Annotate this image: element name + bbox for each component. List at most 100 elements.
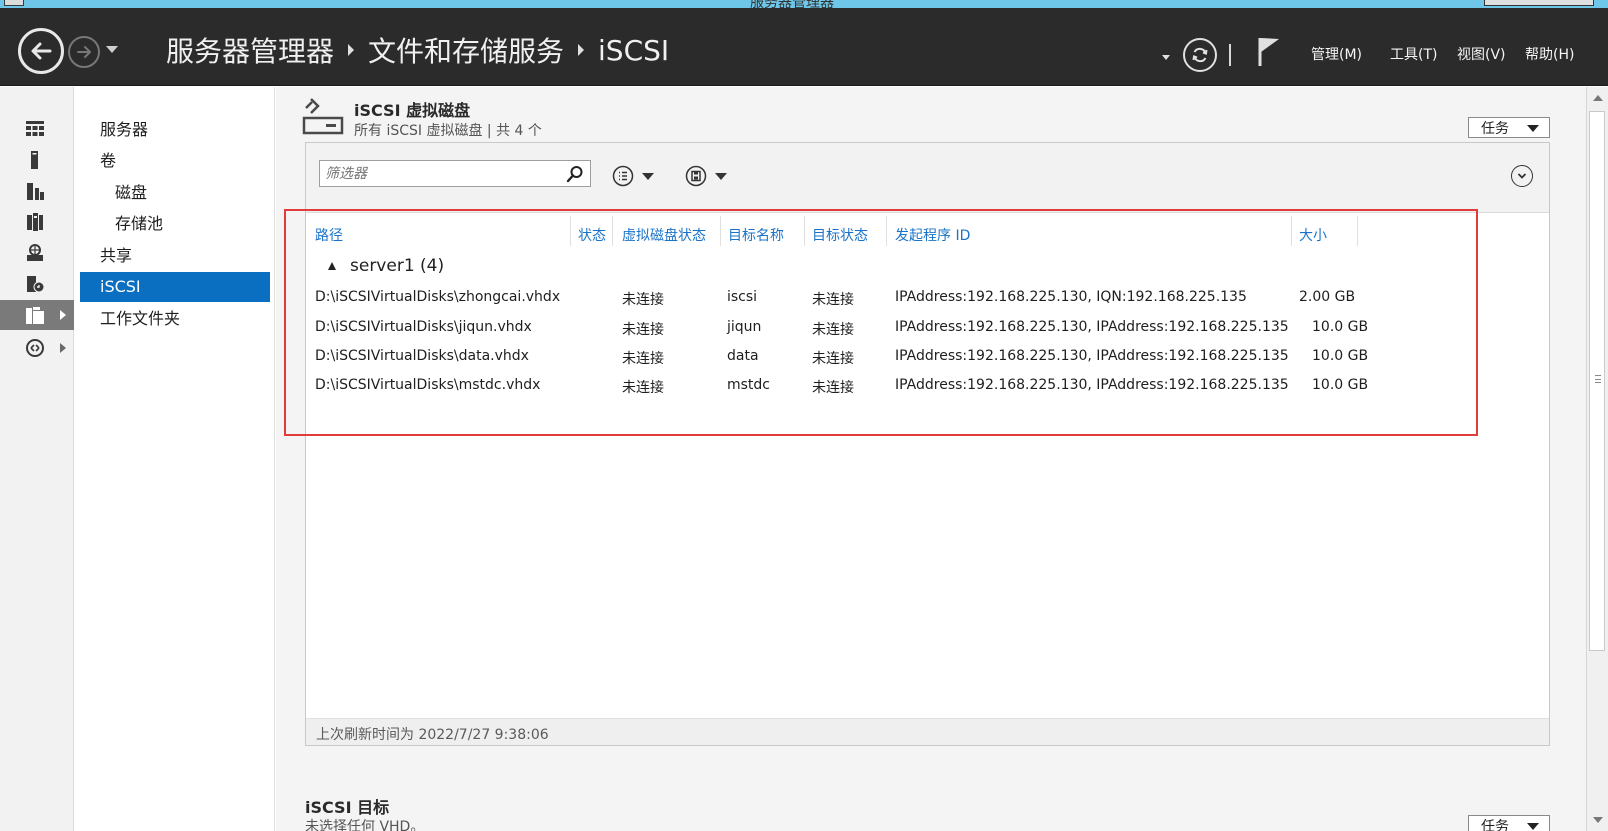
column-separator[interactable] [1357,216,1358,246]
cell-target-status: 未连接 [812,351,854,367]
back-button[interactable] [18,28,64,74]
cell-size: 10.0 GB [1312,348,1369,364]
chevron-down-icon [715,172,727,180]
cell-initiator-id: IPAddress:192.168.225.130, IPAddress:192… [895,348,1289,364]
column-separator[interactable] [1291,216,1292,246]
cell-vdisk-status: 未连接 [622,322,664,338]
window-controls[interactable] [1484,0,1594,6]
notification-flag-icon[interactable] [1257,36,1281,68]
cell-initiator-id: IPAddress:192.168.225.130, IPAddress:192… [895,319,1289,335]
refresh-button[interactable] [1183,38,1217,72]
header-divider [1229,44,1231,66]
scroll-up-icon[interactable] [1593,95,1603,101]
column-header-path[interactable]: 路径 [315,225,343,245]
forward-button[interactable] [68,36,100,68]
menu-view[interactable]: 视图(V) [1457,44,1506,64]
column-header-status[interactable]: 状态 [578,225,606,245]
targets-tasks-button[interactable]: 任务 [1468,815,1550,831]
column-separator[interactable] [886,216,887,246]
panel-toolbar [306,143,1549,213]
window-titlebar: 服务器管理器 [0,0,1608,11]
cell-initiator-id: IPAddress:192.168.225.130, IQN:192.168.2… [895,289,1247,305]
column-separator[interactable] [804,216,805,246]
menu-manage[interactable]: 管理(M) [1311,44,1362,64]
save-query-button[interactable] [685,165,727,187]
strip-network[interactable] [0,333,74,363]
cell-path: D:\iSCSIVirtualDisks\data.vhdx [315,348,529,364]
scroll-down-icon[interactable] [1593,817,1603,823]
expand-arrow-icon[interactable] [60,343,66,353]
nav-item-volumes[interactable]: 卷 [80,146,270,176]
collapse-triangle-icon[interactable] [328,262,336,270]
nav-item-work-folders[interactable]: 工作文件夹 [80,304,270,334]
cell-initiator-id: IPAddress:192.168.225.130, IPAddress:192… [895,377,1289,393]
cell-target-name: mstdc [727,377,771,393]
cell-target-name: iscsi [727,289,758,305]
nav-item-storage-pools[interactable]: 存储池 [95,209,285,239]
cell-size: 2.00 GB [1299,289,1356,305]
expand-arrow-icon[interactable] [60,310,66,320]
menu-help[interactable]: 帮助(H) [1525,44,1574,64]
nav-item-shares[interactable]: 共享 [80,241,270,271]
section-title: iSCSI 虚拟磁盘 [354,101,471,120]
nav-item-disks[interactable]: 磁盘 [95,178,285,208]
column-header-size[interactable]: 大小 [1299,225,1327,245]
strip-file-services[interactable] [0,207,74,237]
system-menu-icon[interactable] [4,0,24,6]
storage-icon [27,276,45,293]
strip-all-servers[interactable] [0,176,74,206]
column-header-initiator-id[interactable]: 发起程序 ID [895,225,970,245]
arrow-right-icon [77,46,91,58]
filter-box[interactable] [319,160,591,187]
breadcrumb-separator-icon [348,44,355,56]
arrow-left-icon [31,42,52,60]
strip-storage[interactable] [0,269,74,299]
cell-target-status: 未连接 [812,380,854,396]
nav-item-iscsi[interactable]: iSCSI [80,272,270,302]
vertical-scrollbar[interactable] [1586,87,1608,831]
column-header-vdisk-status[interactable]: 虚拟磁盘状态 [622,225,706,245]
tasks-button[interactable]: 任务 [1468,117,1550,138]
breadcrumb-file-storage[interactable]: 文件和存储服务 [368,30,564,70]
column-separator[interactable] [612,216,613,246]
cell-size: 10.0 GB [1312,377,1369,393]
strip-file-storage[interactable] [0,300,74,330]
menu-tools[interactable]: 工具(T) [1390,44,1437,64]
header-bar: 服务器管理器 文件和存储服务 iSCSI 管理(M) 工具(T) 视图(V) 帮… [0,8,1608,86]
filter-input[interactable] [320,161,560,186]
cell-path: D:\iSCSIVirtualDisks\jiqun.vhdx [315,319,532,335]
cell-vdisk-status: 未连接 [622,351,664,367]
chevron-down-icon [1517,173,1527,179]
group-row-server1[interactable]: server1 (4) [328,256,444,276]
left-icon-strip [0,87,74,831]
cell-size: 10.0 GB [1312,319,1369,335]
breadcrumb-iscsi[interactable]: iSCSI [598,34,669,67]
cell-target-name: data [727,348,759,364]
last-refresh-text: 上次刷新时间为 2022/7/27 9:38:06 [316,727,549,743]
column-header-target-name[interactable]: 目标名称 [728,225,784,245]
column-separator[interactable] [720,216,721,246]
strip-local-server[interactable] [0,145,74,175]
targets-section-title: iSCSI 目标 [305,798,390,817]
strip-dashboard[interactable] [0,114,74,144]
iis-icon [27,244,43,261]
notifications-dropdown-icon[interactable] [1162,55,1170,60]
column-separator[interactable] [570,216,571,246]
chevron-down-icon [642,172,654,180]
local-server-icon [31,151,38,169]
cell-target-status: 未连接 [812,292,854,308]
expand-collapse-button[interactable] [1511,165,1533,187]
scrollbar-thumb[interactable] [1589,111,1605,651]
breadcrumb-server-manager[interactable]: 服务器管理器 [166,30,334,70]
history-dropdown-icon[interactable] [106,46,118,53]
list-options-button[interactable] [612,165,654,187]
strip-iis[interactable] [0,238,74,268]
network-icon [26,339,44,357]
file-storage-icon [26,307,44,324]
search-icon[interactable] [566,165,584,183]
nav-item-servers[interactable]: 服务器 [80,115,270,145]
group-label: server1 (4) [350,256,445,276]
column-header-target-status[interactable]: 目标状态 [812,225,868,245]
section-subtitle: 所有 iSCSI 虚拟磁盘 | 共 4 个 [354,123,542,139]
file-services-icon [27,213,43,231]
